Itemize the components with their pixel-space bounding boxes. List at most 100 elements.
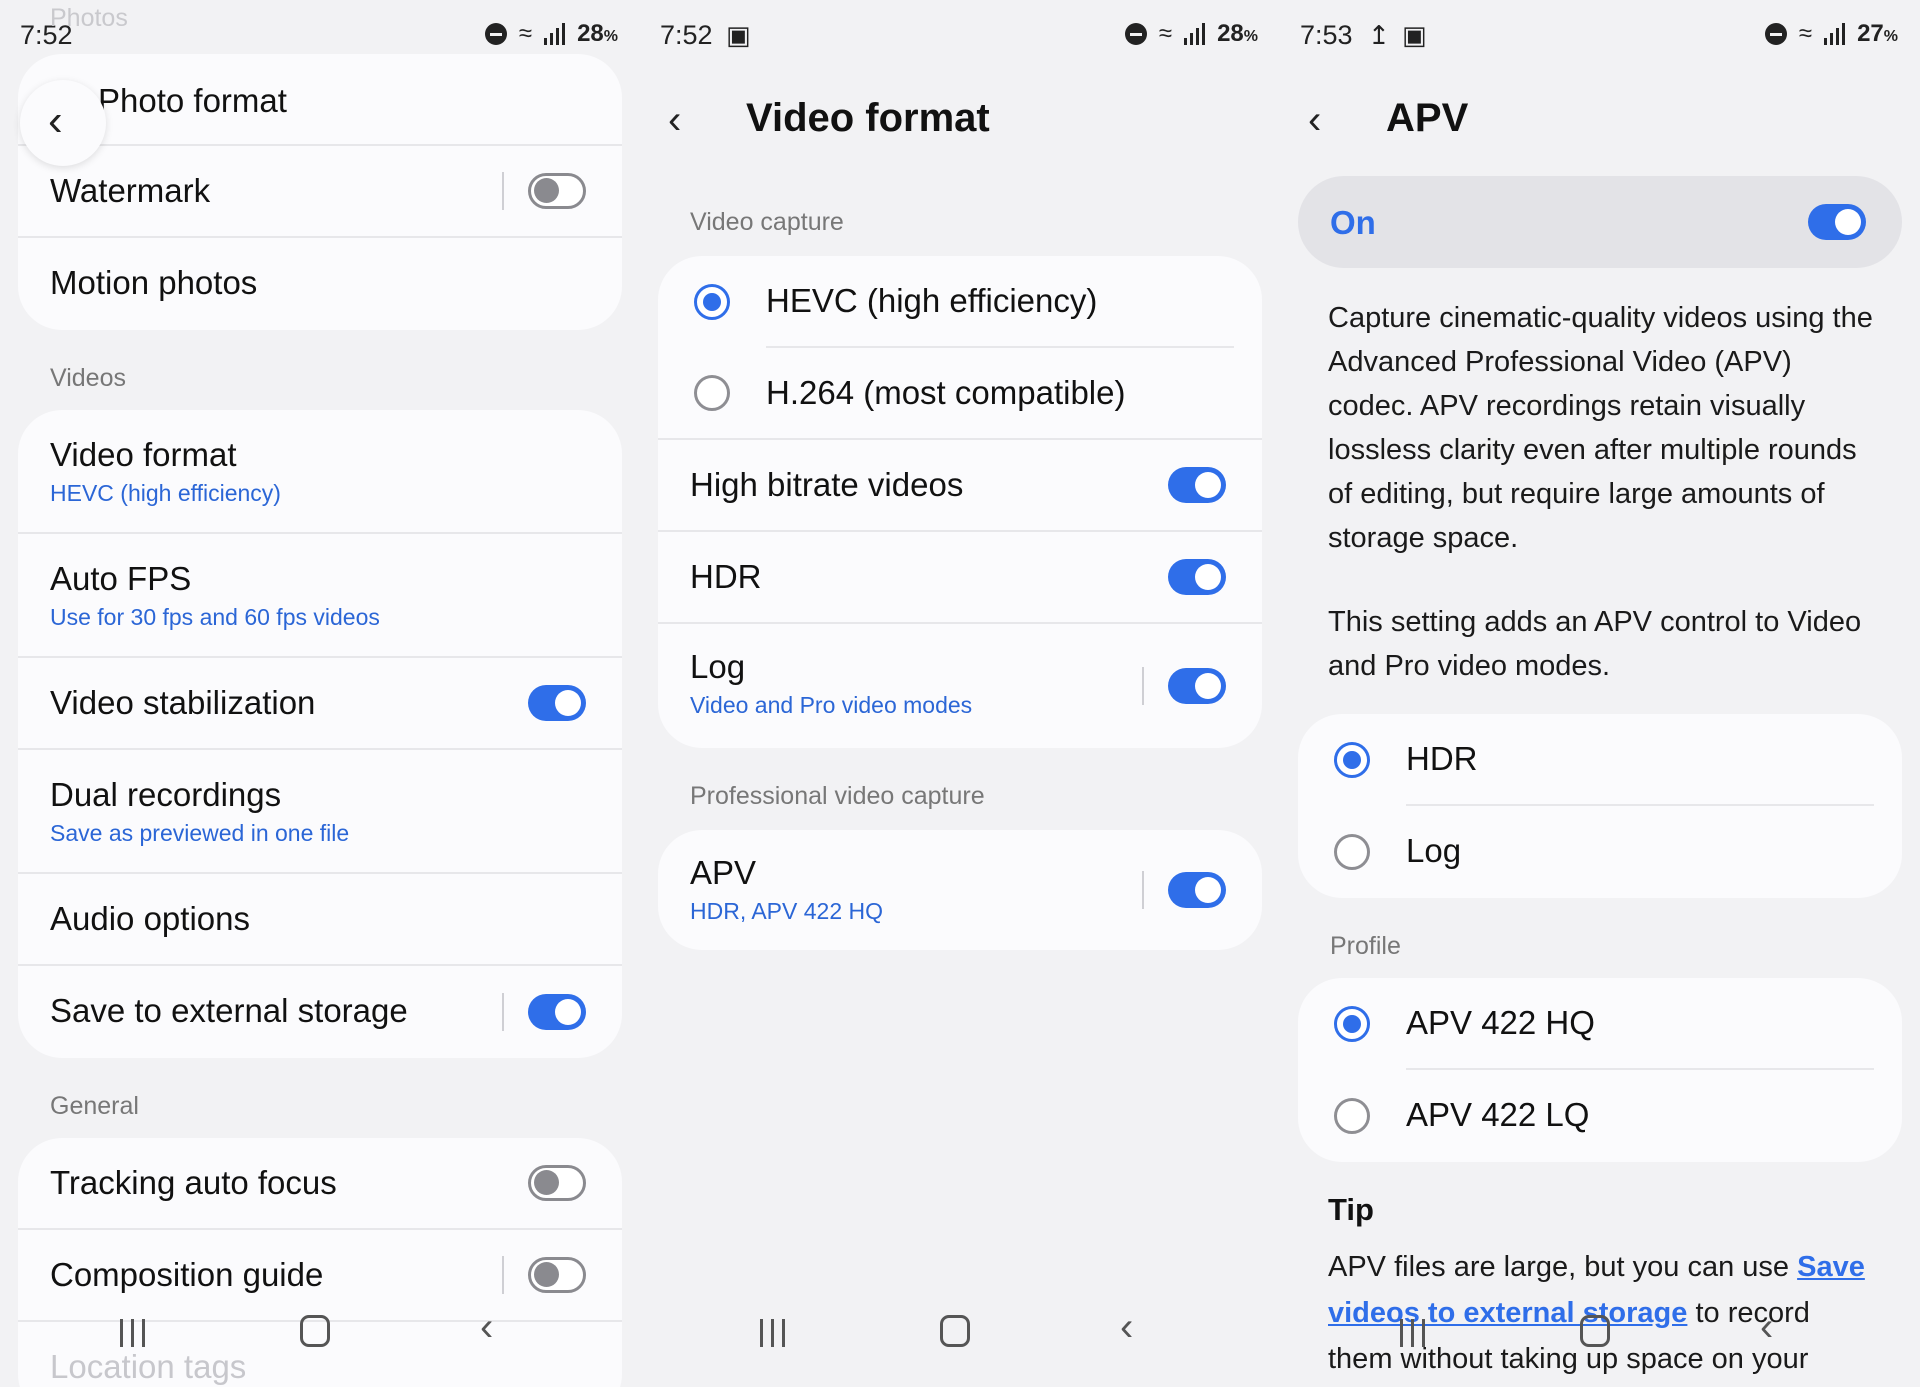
hevc-radio[interactable] bbox=[694, 284, 730, 320]
apv-row[interactable]: APV HDR, APV 422 HQ bbox=[658, 830, 1262, 950]
floating-back-button[interactable]: ‹ bbox=[20, 80, 106, 166]
apv-mode-card: HDR Log bbox=[1298, 714, 1902, 898]
master-switch-label: On bbox=[1330, 204, 1376, 241]
dual-recordings-row[interactable]: Dual recordings Save as previewed in one… bbox=[18, 750, 622, 874]
page-title: APV bbox=[1386, 96, 1469, 140]
hevc-option[interactable]: HEVC (high efficiency) bbox=[658, 256, 1262, 348]
signal-icon bbox=[1184, 23, 1206, 45]
watermark-label: Watermark bbox=[50, 172, 211, 209]
video-capture-card: HEVC (high efficiency) H.264 (most compa… bbox=[658, 256, 1262, 748]
auto-fps-row[interactable]: Auto FPS Use for 30 fps and 60 fps video… bbox=[18, 534, 622, 658]
video-stabilization-toggle[interactable] bbox=[528, 685, 586, 721]
apv-422-lq-option[interactable]: APV 422 LQ bbox=[1298, 1070, 1902, 1162]
apv-description: Capture cinematic-quality videos using t… bbox=[1328, 302, 1873, 554]
master-switch-toggle[interactable] bbox=[1808, 204, 1866, 240]
watermark-row[interactable]: Watermark bbox=[18, 146, 622, 238]
h264-option[interactable]: H.264 (most compatible) bbox=[658, 348, 1262, 440]
composition-guide-toggle[interactable] bbox=[528, 1257, 586, 1293]
hdr-radio[interactable] bbox=[1334, 742, 1370, 778]
watermark-toggle[interactable] bbox=[528, 173, 586, 209]
recents-icon[interactable] bbox=[120, 1319, 145, 1347]
tip-heading: Tip bbox=[1328, 1192, 1374, 1227]
log-row[interactable]: Log Video and Pro video modes bbox=[658, 624, 1262, 748]
divider bbox=[1142, 667, 1144, 705]
photo-format-row[interactable]: Photo format bbox=[18, 54, 622, 146]
status-bar: 7:52 ▣ ≈ 28% bbox=[640, 0, 1280, 72]
battery-level: 28% bbox=[1217, 20, 1258, 47]
wifi-icon: ≈ bbox=[1158, 20, 1173, 47]
recents-icon[interactable] bbox=[760, 1319, 785, 1347]
tracking-af-row[interactable]: Tracking auto focus bbox=[18, 1138, 622, 1230]
screenshot-icon: ▣ bbox=[726, 20, 751, 50]
high-bitrate-label: High bitrate videos bbox=[690, 466, 964, 503]
log-option-label: Log bbox=[1406, 832, 1462, 869]
camera-settings-panel: 7:52 Photos ≈ 28% Photo format Watermark… bbox=[0, 0, 640, 1387]
tracking-af-label: Tracking auto focus bbox=[50, 1164, 337, 1201]
dual-recordings-value: Save as previewed in one file bbox=[50, 820, 350, 846]
status-bar: 7:53 ↥ ▣ ≈ 27% bbox=[1280, 0, 1920, 72]
professional-video-header: Professional video capture bbox=[690, 782, 985, 810]
motion-photos-label: Motion photos bbox=[50, 264, 258, 301]
back-icon[interactable]: ‹ bbox=[480, 1305, 493, 1350]
video-capture-header: Video capture bbox=[690, 208, 844, 236]
log-option[interactable]: Log bbox=[1298, 806, 1902, 898]
home-icon[interactable] bbox=[940, 1315, 970, 1347]
battery-level: 27% bbox=[1857, 20, 1898, 47]
video-stabilization-row[interactable]: Video stabilization bbox=[18, 658, 622, 750]
do-not-disturb-icon bbox=[1124, 23, 1147, 45]
hdr-toggle[interactable] bbox=[1168, 559, 1226, 595]
photos-section-header: Photos bbox=[50, 4, 128, 32]
apv-toggle[interactable] bbox=[1168, 872, 1226, 908]
h264-radio[interactable] bbox=[694, 375, 730, 411]
home-icon[interactable] bbox=[1580, 1315, 1610, 1347]
do-not-disturb-icon bbox=[484, 23, 507, 45]
tracking-af-toggle[interactable] bbox=[528, 1165, 586, 1201]
log-radio[interactable] bbox=[1334, 834, 1370, 870]
back-icon[interactable]: ‹ bbox=[1760, 1305, 1773, 1350]
apv-422-hq-option[interactable]: APV 422 HQ bbox=[1298, 978, 1902, 1070]
audio-options-row[interactable]: Audio options bbox=[18, 874, 622, 966]
log-toggle[interactable] bbox=[1168, 668, 1226, 704]
apv-422-lq-label: APV 422 LQ bbox=[1406, 1096, 1590, 1133]
hdr-row[interactable]: HDR bbox=[658, 532, 1262, 624]
motion-photos-row[interactable]: Motion photos bbox=[18, 238, 622, 330]
signal-icon bbox=[544, 23, 566, 45]
apv-master-switch[interactable]: On bbox=[1298, 176, 1902, 268]
apv-422-hq-radio[interactable] bbox=[1334, 1006, 1370, 1042]
apv-422-lq-radio[interactable] bbox=[1334, 1098, 1370, 1134]
home-icon[interactable] bbox=[300, 1315, 330, 1347]
divider bbox=[502, 172, 504, 210]
save-external-row[interactable]: Save to external storage bbox=[18, 966, 622, 1058]
log-label: Log bbox=[690, 648, 746, 685]
hevc-label: HEVC (high efficiency) bbox=[766, 282, 1098, 319]
hdr-label: HDR bbox=[690, 558, 762, 595]
status-time: 7:53 bbox=[1300, 20, 1353, 50]
professional-video-card: APV HDR, APV 422 HQ bbox=[658, 830, 1262, 950]
save-external-toggle[interactable] bbox=[528, 994, 586, 1030]
back-arrow-icon[interactable]: ‹ bbox=[668, 98, 708, 148]
video-format-row[interactable]: Video format HEVC (high efficiency) bbox=[18, 410, 622, 534]
videos-section-header: Videos bbox=[50, 364, 126, 392]
h264-label: H.264 (most compatible) bbox=[766, 374, 1126, 411]
high-bitrate-row[interactable]: High bitrate videos bbox=[658, 440, 1262, 532]
divider bbox=[502, 993, 504, 1031]
video-format-value: HEVC (high efficiency) bbox=[50, 480, 281, 506]
wifi-icon: ≈ bbox=[518, 20, 533, 47]
log-value: Video and Pro video modes bbox=[690, 692, 973, 718]
back-arrow-icon: ‹ bbox=[48, 96, 63, 145]
divider bbox=[502, 1256, 504, 1294]
video-format-panel: 7:52 ▣ ≈ 28% ‹ Video format Video captur… bbox=[640, 0, 1280, 1387]
composition-guide-label: Composition guide bbox=[50, 1256, 324, 1293]
page-title: Video format bbox=[746, 96, 990, 140]
apv-settings-panel: 7:53 ↥ ▣ ≈ 27% ‹ APV On Capture cinemati… bbox=[1280, 0, 1920, 1387]
recents-icon[interactable] bbox=[1400, 1319, 1425, 1347]
high-bitrate-toggle[interactable] bbox=[1168, 467, 1226, 503]
photos-settings-card: Photo format Watermark Motion photos bbox=[18, 54, 622, 330]
back-arrow-icon[interactable]: ‹ bbox=[1308, 98, 1348, 148]
navigation-bar: ‹ bbox=[1280, 1297, 1920, 1387]
back-icon[interactable]: ‹ bbox=[1120, 1305, 1133, 1350]
photo-format-label: Photo format bbox=[98, 82, 287, 119]
signal-icon bbox=[1824, 23, 1846, 45]
video-format-label: Video format bbox=[50, 436, 237, 473]
hdr-option[interactable]: HDR bbox=[1298, 714, 1902, 806]
